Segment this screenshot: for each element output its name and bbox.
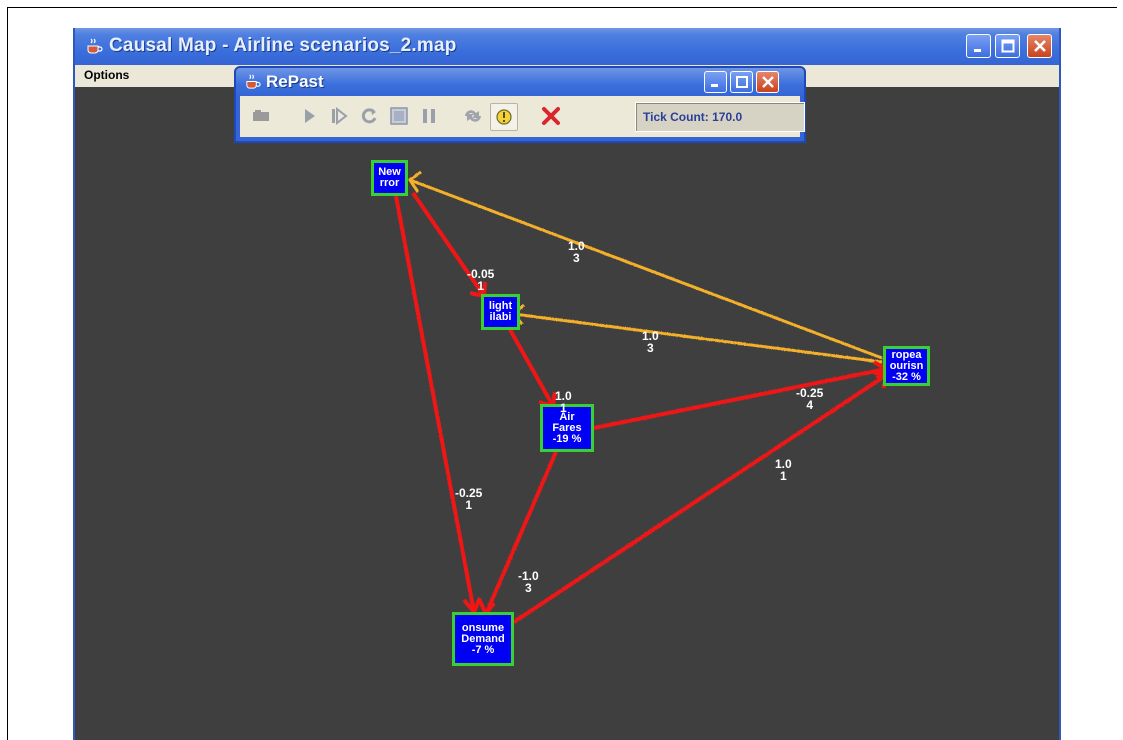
step-icon xyxy=(332,107,348,125)
edge-label-fares-tourism: -0.25 4 xyxy=(796,386,824,412)
load-icon xyxy=(465,110,481,122)
reset-icon xyxy=(361,108,377,124)
start-button[interactable] xyxy=(296,103,322,129)
pause-button[interactable] xyxy=(416,103,442,129)
repast-close-button[interactable] xyxy=(756,71,779,93)
maximize-icon xyxy=(735,76,748,88)
pause-icon xyxy=(423,109,435,123)
load-model-button[interactable] xyxy=(460,103,486,129)
close-icon xyxy=(761,76,774,88)
edge-label-flights-fares: 1.0 1 xyxy=(555,389,572,415)
link-flights-fares xyxy=(506,325,555,407)
edge-label-tourism-terror: 1.0 3 xyxy=(568,239,585,265)
edge-label-terror-flights: -0.05 1 xyxy=(467,267,495,293)
repast-window: RePast Tick Count: 170.0 xyxy=(234,66,806,143)
tick-count-field: Tick Count: 170.0 xyxy=(635,102,805,132)
edge-label-tourism-flights: 1.0 3 xyxy=(642,329,659,355)
java-cup-icon xyxy=(246,74,261,89)
node-european-tourism[interactable]: ropea ourisn -32 % xyxy=(883,346,930,386)
step-button[interactable] xyxy=(326,103,352,129)
link-terror-demand xyxy=(394,195,476,613)
edge-label-fares-demand: -1.0 3 xyxy=(518,569,539,595)
parameters-button[interactable] xyxy=(490,103,518,131)
play-icon xyxy=(305,109,315,123)
exit-button[interactable] xyxy=(538,103,564,129)
repast-title: RePast xyxy=(266,72,324,91)
repast-title-bar[interactable]: RePast xyxy=(236,68,804,96)
tick-count-label: Tick Count: 170.0 xyxy=(643,110,743,124)
repast-toolbar: Tick Count: 170.0 xyxy=(240,96,805,137)
node-flight-availability[interactable]: light ilabi xyxy=(481,294,520,330)
setup-icon xyxy=(253,110,269,121)
link-fares-tourism xyxy=(593,367,887,430)
reset-button[interactable] xyxy=(356,103,382,129)
exit-icon xyxy=(542,107,560,125)
parameters-icon xyxy=(496,109,512,125)
stop-button[interactable] xyxy=(386,103,412,129)
node-new-terror[interactable]: New rror xyxy=(371,160,408,196)
node-consumer-demand[interactable]: onsume Demand -7 % xyxy=(452,612,514,666)
repast-minimize-button[interactable] xyxy=(704,71,727,93)
minimize-icon xyxy=(710,84,718,87)
repast-maximize-button[interactable] xyxy=(730,71,753,93)
setup-button[interactable] xyxy=(248,103,274,129)
edge-label-demand-tourism: 1.0 1 xyxy=(775,457,792,483)
edge-label-terror-demand: -0.25 1 xyxy=(455,486,483,512)
stop-icon xyxy=(390,107,408,125)
